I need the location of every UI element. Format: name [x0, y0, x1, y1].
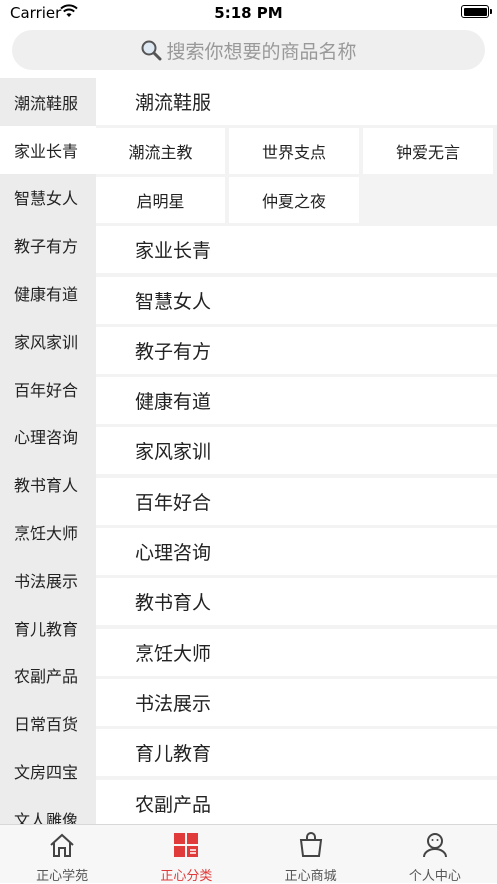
sidebar-item[interactable]: 心理咨询 — [0, 413, 96, 461]
tab-item[interactable]: 正心分类 — [124, 825, 248, 884]
grid-spacer — [363, 177, 493, 223]
category-row[interactable]: 教书育人 — [96, 578, 497, 626]
tab-bar: 正心学苑 正心分类 正心商城 个人中心 — [0, 824, 497, 884]
sidebar-item[interactable]: 文人雕像 — [0, 795, 96, 824]
sidebar-item[interactable]: 教子有方 — [0, 221, 96, 269]
category-row[interactable]: 家风家训 — [96, 427, 497, 475]
sidebar-item[interactable]: 家业长青 — [0, 125, 96, 174]
category-row[interactable]: 教子有方 — [96, 326, 497, 374]
category-list: 家业长青 智慧女人 教子有方 健康有道 家风家训 百年好合 心理咨询 教书育人 烹饪大师 书法展示… — [96, 226, 497, 824]
tab-label: 正心分类 — [160, 869, 213, 884]
tab-item[interactable]: 正心学苑 — [0, 825, 124, 884]
tab-label: 正心商城 — [284, 869, 337, 884]
subcategory-cell[interactable]: 潮流主教 — [96, 128, 225, 175]
sidebar-item[interactable]: 烹饪大师 — [0, 508, 96, 556]
sidebar-item[interactable]: 教书育人 — [0, 460, 96, 508]
sidebar-item[interactable]: 智慧女人 — [0, 174, 96, 222]
search-placeholder: 搜索你想要的商品名称 — [166, 40, 357, 63]
sidebar-item[interactable]: 日常百货 — [0, 699, 96, 747]
category-row[interactable]: 家业长青 — [96, 226, 497, 274]
category-row[interactable]: 健康有道 — [96, 377, 497, 425]
category-sidebar: 潮流鞋服 家业长青 智慧女人 教子有方 健康有道 家风家训 百年好合 心理咨询 教书育人 烹饪大师… — [0, 78, 96, 824]
clock: 5:18 PM — [214, 4, 283, 22]
category-row[interactable]: 育儿教育 — [96, 729, 497, 777]
home-icon — [48, 832, 76, 862]
sidebar-item[interactable]: 百年好合 — [0, 365, 96, 413]
subcategory-cell[interactable]: 世界支点 — [229, 128, 359, 175]
category-row[interactable]: 心理咨询 — [96, 528, 497, 576]
sidebar-item[interactable]: 育儿教育 — [0, 604, 96, 652]
category-row[interactable]: 百年好合 — [96, 477, 497, 525]
sidebar-item[interactable]: 书法展示 — [0, 556, 96, 604]
sidebar-item[interactable]: 农副产品 — [0, 652, 96, 700]
tab-item[interactable]: 正心商城 — [249, 825, 373, 884]
category-row[interactable]: 书法展示 — [96, 678, 497, 726]
status-bar: Carrier 5:18 PM — [0, 0, 497, 26]
sidebar-item[interactable]: 家风家训 — [0, 317, 96, 365]
sidebar-item[interactable]: 健康有道 — [0, 269, 96, 317]
category-row[interactable]: 智慧女人 — [96, 276, 497, 324]
shopping-bag-icon — [297, 832, 325, 862]
category-row[interactable]: 烹饪大师 — [96, 628, 497, 676]
search-icon — [141, 40, 162, 61]
tab-label: 正心学苑 — [36, 869, 89, 884]
subcategory-cell[interactable]: 仲夏之夜 — [229, 177, 359, 224]
tab-label: 个人中心 — [408, 869, 461, 884]
content-header: 潮流鞋服 — [96, 78, 497, 125]
sidebar-item[interactable]: 文房四宝 — [0, 747, 96, 795]
subcategory-cell[interactable]: 启明星 — [96, 177, 225, 224]
tab-item[interactable]: 个人中心 — [373, 825, 497, 884]
subcategory-cell[interactable]: 钟爱无言 — [363, 128, 493, 175]
category-row[interactable]: 农副产品 — [96, 779, 497, 824]
subcategory-grid: 潮流主教 世界支点 钟爱无言启明星 仲夏之夜 — [96, 128, 497, 224]
category-content: 潮流鞋服 潮流主教 世界支点 钟爱无言启明星 仲夏之夜 家业长青 智慧女人 教子有方 健康有… — [96, 78, 497, 824]
category-icon — [172, 832, 200, 862]
profile-icon — [421, 832, 449, 862]
battery-icon — [461, 5, 492, 18]
sidebar-item[interactable]: 潮流鞋服 — [0, 78, 96, 126]
search-bar[interactable]: 搜索你想要的商品名称 — [12, 30, 485, 70]
